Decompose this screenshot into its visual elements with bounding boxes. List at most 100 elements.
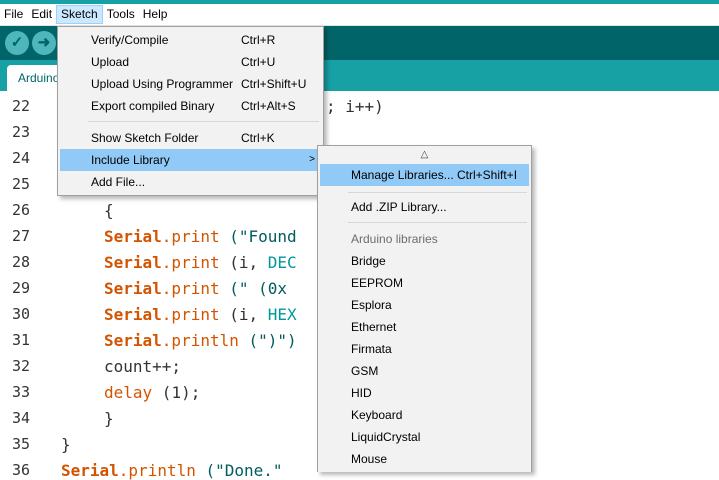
menu-item-label: GSM [351, 364, 379, 378]
line-number: 29 [11, 279, 30, 297]
library-item-firmata[interactable]: Firmata [320, 338, 529, 360]
menu-item-label: Keyboard [351, 408, 403, 422]
menu-item-shortcut: Ctrl+Shift+I [457, 168, 518, 182]
menu-item-upload[interactable]: Upload Ctrl+U [60, 51, 321, 73]
menu-item-add-file[interactable]: Add File... [60, 171, 321, 193]
menu-item-manage-libraries[interactable]: Manage Libraries... Ctrl+Shift+I [320, 164, 529, 186]
code-line-33: delay (1); [104, 383, 200, 402]
code-line-31: Serial.println (")") [104, 331, 297, 350]
code-line-27: Serial.print ("Found [104, 227, 297, 246]
code-line-22: ; i++) [326, 97, 384, 116]
code-text: (i, [219, 305, 268, 324]
line-number: 32 [11, 357, 30, 375]
code-line-30: Serial.print (i, HEX [104, 305, 297, 324]
menu-item-label: Show Sketch Folder [91, 131, 199, 145]
code-keyword: Serial [104, 227, 162, 246]
menu-item-shortcut: Ctrl+Alt+S [241, 99, 296, 113]
code-function: .println [161, 331, 239, 350]
code-function: delay [104, 383, 153, 402]
menu-item-shortcut: Ctrl+Shift+U [241, 77, 307, 91]
menu-bar: File Edit Sketch Tools Help [0, 4, 719, 26]
submenu-arrow-icon: > [309, 154, 315, 165]
menu-item-shortcut: Ctrl+U [241, 55, 276, 69]
line-number: 27 [11, 227, 30, 245]
menu-item-label: Upload [91, 55, 130, 69]
menu-item-label: Upload Using Programmer [91, 77, 234, 91]
code-line-35: } [61, 435, 71, 454]
checkmark-icon: ✓ [10, 34, 24, 51]
code-line-34: } [104, 409, 114, 428]
code-function: .print [161, 305, 220, 324]
code-function: .print [161, 227, 220, 246]
verify-button[interactable]: ✓ [5, 31, 29, 55]
code-function: .print [161, 279, 220, 298]
menu-item-label: LiquidCrystal [351, 430, 421, 444]
code-text: (1); [152, 383, 201, 402]
scroll-up-arrow-icon[interactable]: △ [318, 148, 531, 162]
menu-help[interactable]: Help [139, 5, 172, 24]
menu-tools[interactable]: Tools [103, 5, 139, 24]
code-line-28: Serial.print (i, DEC [104, 253, 297, 272]
line-number: 22 [11, 97, 30, 115]
menu-item-include-library[interactable]: Include Library > [60, 149, 321, 171]
code-keyword: Serial [104, 331, 162, 350]
menu-item-add-zip-library[interactable]: Add .ZIP Library... [320, 196, 529, 218]
menu-item-label: Manage Libraries... [351, 168, 454, 182]
menu-edit[interactable]: Edit [27, 5, 56, 24]
line-number: 35 [11, 435, 30, 453]
sketch-menu: Verify/Compile Ctrl+R Upload Ctrl+U Uplo… [57, 26, 324, 196]
menu-item-shortcut: Ctrl+K [241, 131, 275, 145]
menu-item-upload-using-programmer[interactable]: Upload Using Programmer Ctrl+Shift+U [60, 73, 321, 95]
menu-item-show-sketch-folder[interactable]: Show Sketch Folder Ctrl+K [60, 127, 321, 149]
library-item-keyboard[interactable]: Keyboard [320, 404, 529, 426]
menu-item-label: Add .ZIP Library... [351, 200, 447, 214]
code-line-26: { [104, 201, 114, 220]
code-text: (" (0x [219, 279, 288, 298]
library-item-bridge[interactable]: Bridge [320, 250, 529, 272]
code-text: (i, [219, 253, 268, 272]
line-number-gutter: 22 23 24 25 26 27 28 29 30 31 32 33 34 3… [0, 91, 44, 479]
code-constant: DEC [267, 253, 297, 272]
library-item-mouse[interactable]: Mouse [320, 448, 529, 470]
menu-item-shortcut: Ctrl+R [241, 33, 276, 47]
upload-button[interactable]: ➜ [32, 31, 56, 55]
line-number: 30 [11, 305, 30, 323]
menu-item-label: Firmata [351, 342, 392, 356]
code-text: ("Found [219, 227, 297, 246]
menu-sketch[interactable]: Sketch [56, 5, 103, 24]
menu-item-label: HID [351, 386, 372, 400]
include-library-submenu: △ Manage Libraries... Ctrl+Shift+I Add .… [317, 145, 532, 472]
code-line-32: count++; [104, 357, 182, 376]
code-constant: HEX [267, 305, 297, 324]
menu-item-verify-compile[interactable]: Verify/Compile Ctrl+R [60, 29, 321, 51]
code-keyword: Serial [104, 305, 162, 324]
library-item-ethernet[interactable]: Ethernet [320, 316, 529, 338]
code-text: (")") [238, 331, 297, 350]
menu-separator [88, 121, 319, 122]
menu-item-label: Verify/Compile [91, 33, 169, 47]
menu-item-label: Add File... [91, 175, 146, 189]
menu-item-label: Export compiled Binary [91, 99, 215, 113]
library-item-eeprom[interactable]: EEPROM [320, 272, 529, 294]
library-item-esplora[interactable]: Esplora [320, 294, 529, 316]
menu-section-header: Arduino libraries [320, 228, 529, 250]
menu-item-export-compiled-binary[interactable]: Export compiled Binary Ctrl+Alt+S [60, 95, 321, 117]
line-number: 26 [11, 201, 30, 219]
menu-file[interactable]: File [0, 5, 27, 24]
code-keyword: Serial [104, 279, 162, 298]
line-number: 24 [11, 149, 30, 167]
library-item-gsm[interactable]: GSM [320, 360, 529, 382]
menu-item-label: Arduino libraries [351, 232, 438, 246]
menu-item-label: Mouse [351, 452, 388, 466]
menu-item-label: Bridge [351, 254, 386, 268]
line-number: 25 [11, 175, 30, 193]
line-number: 33 [11, 383, 30, 401]
menu-item-label: Ethernet [351, 320, 397, 334]
line-number: 31 [11, 331, 30, 349]
library-item-liquidcrystal[interactable]: LiquidCrystal [320, 426, 529, 448]
library-item-hid[interactable]: HID [320, 382, 529, 404]
menu-separator [348, 192, 527, 193]
arrow-right-icon: ➜ [37, 34, 51, 51]
code-function: .print [161, 253, 220, 272]
line-number: 34 [11, 409, 30, 427]
